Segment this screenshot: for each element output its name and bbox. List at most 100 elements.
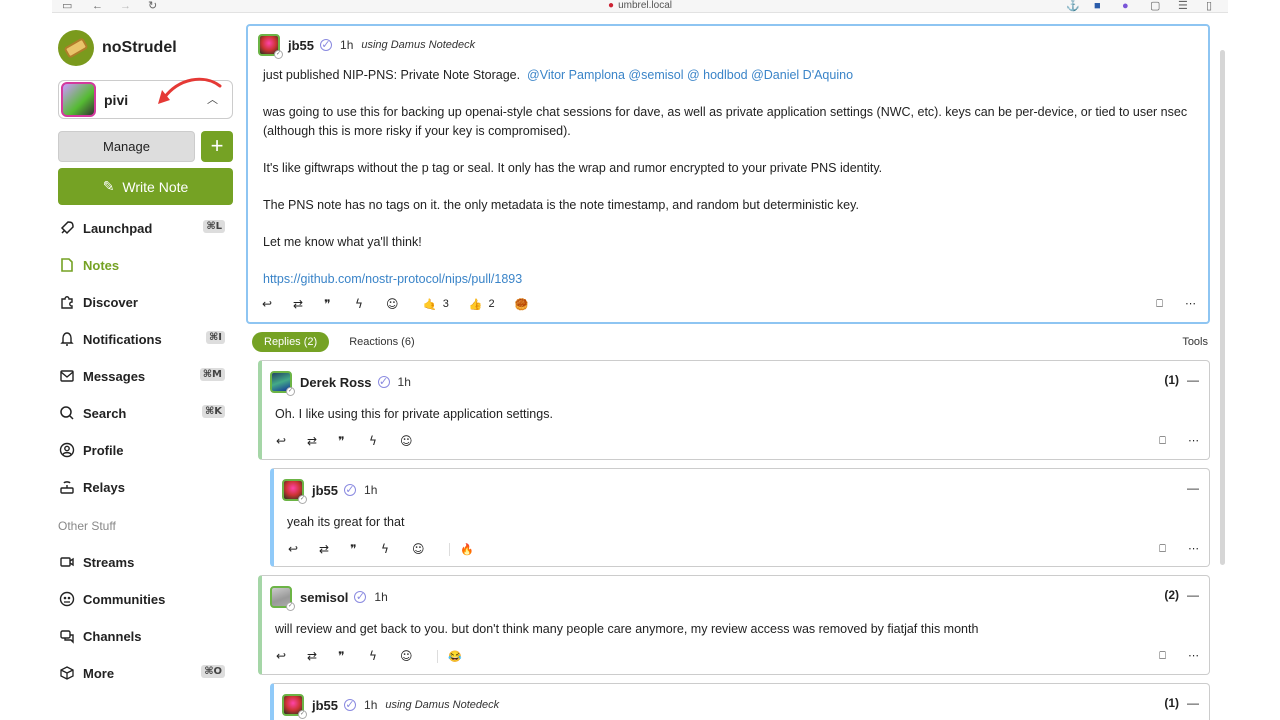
collapse-icon[interactable]: —	[1187, 696, 1199, 710]
more-icon[interactable]: ⋯	[1175, 297, 1206, 311]
timestamp[interactable]: 1h	[364, 483, 377, 497]
community-icon	[58, 590, 76, 608]
address-bar[interactable]: ● umbrel.local	[608, 0, 672, 12]
bookmark-icon[interactable]: ⎕	[1147, 542, 1178, 556]
feather-icon: ✎	[102, 178, 115, 194]
reaction-chip[interactable]: 🤙 3	[423, 298, 449, 311]
focused-note[interactable]: ✓ jb55 ✓ 1h using Damus Notedeck just pu…	[246, 24, 1210, 324]
nav-notifications[interactable]: Notifications ⌘I	[58, 328, 233, 350]
nav-search[interactable]: Search ⌘K	[58, 402, 233, 424]
reply-count[interactable]: (1) —	[1164, 373, 1199, 387]
avatar[interactable]: ✓	[282, 479, 307, 504]
reader-icon[interactable]: ☰	[1178, 0, 1188, 12]
timestamp[interactable]: 1h	[398, 375, 411, 389]
repost-icon[interactable]: ⇄	[307, 434, 338, 448]
nav-communities[interactable]: Communities	[58, 588, 233, 610]
collapse-icon[interactable]: —	[1187, 588, 1199, 602]
nav-streams[interactable]: Streams	[58, 551, 233, 573]
extension-icon[interactable]: ●	[1122, 0, 1129, 12]
write-note-button[interactable]: ✎ Write Note	[58, 168, 233, 205]
nav-notes[interactable]: Notes	[58, 254, 233, 276]
section-label-other: Other Stuff	[58, 519, 116, 533]
reply-icon[interactable]: ↩	[288, 542, 319, 556]
avatar[interactable]: ✓	[282, 694, 307, 719]
more-icon[interactable]: ⋯	[1178, 542, 1209, 556]
reload-icon[interactable]: ↻	[148, 0, 157, 12]
manage-button[interactable]: Manage	[58, 131, 195, 162]
add-account-button[interactable]: +	[201, 131, 233, 162]
sidebar-toggle-icon[interactable]: ▭	[62, 0, 72, 12]
reply-count[interactable]: (2) —	[1164, 588, 1199, 602]
timestamp[interactable]: 1h	[340, 38, 353, 52]
collapse-icon[interactable]: —	[1187, 481, 1199, 495]
collapse-icon[interactable]: —	[1187, 373, 1199, 387]
forward-icon[interactable]: →	[120, 0, 131, 12]
tab-reactions[interactable]: Reactions (6)	[337, 332, 426, 352]
brand[interactable]: noStrudel	[58, 30, 177, 66]
repost-icon[interactable]: ⇄	[307, 649, 338, 663]
quote-icon[interactable]: ❞	[338, 649, 369, 663]
reaction-chip[interactable]: 😂	[437, 649, 462, 663]
reaction-chip[interactable]: 👍 2	[469, 298, 495, 311]
timestamp[interactable]: 1h	[374, 590, 387, 604]
timestamp[interactable]: 1h	[364, 698, 377, 712]
zap-icon[interactable]: ϟ	[381, 542, 412, 556]
nav-discover[interactable]: Discover	[58, 291, 233, 313]
add-reaction-icon[interactable]: ☺	[412, 542, 443, 556]
bookmark-icon[interactable]: ⎕	[1147, 434, 1178, 448]
chat-icon[interactable]: ▢	[1150, 0, 1160, 12]
reply-right-actions: ⎕ ⋯	[1147, 542, 1209, 556]
reply-card[interactable]: ✓ jb55 ✓ 1h — yeah its great for that ↩ …	[270, 468, 1210, 567]
avatar[interactable]: ✓	[258, 34, 283, 59]
reply-icon[interactable]: ↩	[262, 297, 293, 311]
extension-icon[interactable]: ■	[1094, 0, 1101, 12]
back-icon[interactable]: ←	[92, 0, 103, 12]
quote-icon[interactable]: ❞	[350, 542, 381, 556]
add-reaction-icon[interactable]: ☺	[386, 297, 417, 311]
add-reaction-icon[interactable]: ☺	[400, 434, 431, 448]
more-icon[interactable]: ⋯	[1178, 649, 1209, 663]
nav-more[interactable]: More ⌘O	[58, 662, 233, 684]
author-name[interactable]: jb55	[288, 38, 314, 53]
zap-icon[interactable]: ϟ	[355, 297, 386, 311]
collapse-control[interactable]: —	[1179, 481, 1199, 495]
author-name[interactable]: semisol	[300, 590, 348, 605]
reaction-chip[interactable]: 🔥	[449, 542, 474, 556]
zap-icon[interactable]: ϟ	[369, 434, 400, 448]
quote-icon[interactable]: ❞	[338, 434, 369, 448]
nav-launchpad[interactable]: Launchpad ⌘L	[58, 217, 233, 239]
repost-icon[interactable]: ⇄	[293, 297, 324, 311]
author-name[interactable]: jb55	[312, 483, 338, 498]
github-link[interactable]: https://github.com/nostr-protocol/nips/p…	[263, 272, 522, 286]
nav-relays[interactable]: Relays	[58, 476, 233, 498]
reply-icon[interactable]: ↩	[276, 434, 307, 448]
zap-icon[interactable]: ϟ	[369, 649, 400, 663]
bookmark-icon[interactable]: ⎕	[1147, 649, 1178, 663]
repost-icon[interactable]: ⇄	[319, 542, 350, 556]
reply-count[interactable]: (1) —	[1164, 696, 1199, 710]
note-header: ✓ jb55 ✓ 1h using Damus Notedeck	[258, 34, 475, 59]
extension-icon[interactable]: ⚓	[1066, 0, 1080, 12]
reply-card[interactable]: ✓ jb55 ✓ 1h using Damus Notedeck (1) —	[270, 683, 1210, 720]
reply-icon[interactable]: ↩	[276, 649, 307, 663]
add-reaction-icon[interactable]: ☺	[400, 649, 431, 663]
scrollbar[interactable]	[1220, 50, 1225, 565]
nav-profile[interactable]: Profile	[58, 439, 233, 461]
tools-button[interactable]: Tools	[1182, 336, 1208, 348]
quote-icon[interactable]: ❞	[324, 297, 355, 311]
reaction-chip[interactable]: 🥮	[515, 298, 529, 311]
reply-text: yeah its great for that	[287, 515, 405, 529]
author-name[interactable]: Derek Ross	[300, 375, 372, 390]
author-name[interactable]: jb55	[312, 698, 338, 713]
mentions[interactable]: @Vitor Pamplona @semisol @ hodlbod @Dani…	[527, 68, 853, 82]
nav-messages[interactable]: Messages ⌘M	[58, 365, 233, 387]
reply-card[interactable]: ✓ Derek Ross ✓ 1h (1) — Oh. I like using …	[258, 360, 1210, 460]
avatar[interactable]: ✓	[270, 586, 295, 611]
reply-card[interactable]: ✓ semisol ✓ 1h (2) — will review and get …	[258, 575, 1210, 675]
split-view-icon[interactable]: ▯	[1206, 0, 1212, 12]
more-icon[interactable]: ⋯	[1178, 434, 1209, 448]
tab-replies[interactable]: Replies (2)	[252, 332, 330, 352]
nav-channels[interactable]: Channels	[58, 625, 233, 647]
bookmark-icon[interactable]: ⎕	[1144, 297, 1175, 311]
avatar[interactable]: ✓	[270, 371, 295, 396]
